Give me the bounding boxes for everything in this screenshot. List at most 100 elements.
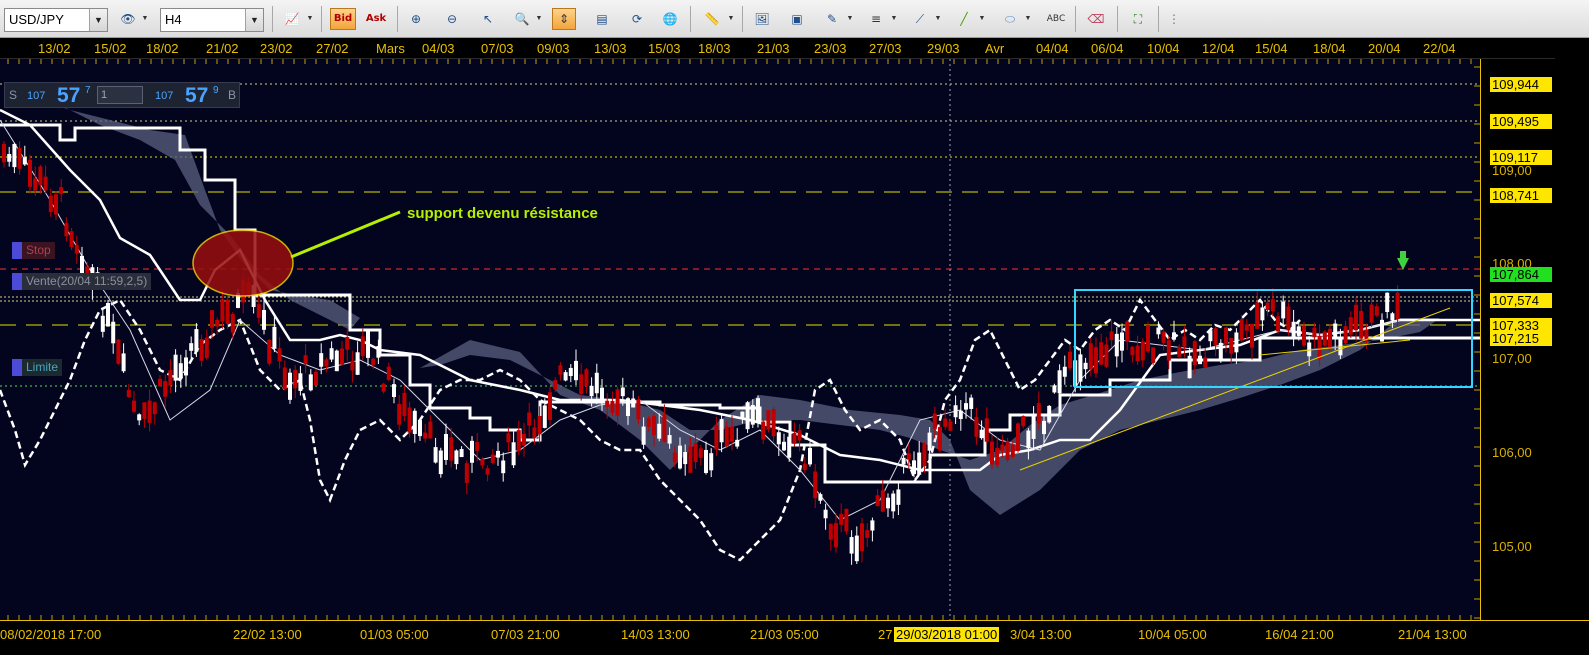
bid-button[interactable]: Bid — [330, 8, 356, 30]
refresh-icon[interactable]: ⟳ — [625, 8, 649, 30]
timeframe-select[interactable]: H4 ▼ — [160, 8, 264, 32]
candle-body — [828, 524, 833, 540]
more-icon[interactable]: ⋮ — [1162, 8, 1186, 30]
network-icon[interactable]: ⛶ — [1126, 8, 1150, 30]
candle-body — [511, 442, 516, 466]
candle-body — [1068, 351, 1072, 369]
highlight-ellipse — [192, 229, 294, 297]
candle-body — [428, 421, 433, 439]
vertical-scrollbar[interactable] — [1555, 38, 1589, 655]
window-icon[interactable]: ▣ — [785, 8, 809, 30]
last-price-label[interactable]: 107,864 — [1490, 267, 1552, 282]
limit-label: Limite — [22, 359, 63, 376]
candle-body — [730, 426, 734, 442]
stop-order-tag[interactable]: Stop — [12, 242, 55, 259]
price-level-label[interactable]: 109,495 — [1490, 114, 1552, 129]
candle-body — [568, 367, 573, 377]
chevron-down-icon[interactable]: ▼ — [890, 8, 898, 30]
candle-body — [704, 449, 708, 473]
cursor-icon[interactable]: ↖ — [476, 8, 500, 30]
candle-body — [100, 315, 105, 332]
price-level-label[interactable]: 107,574 — [1490, 293, 1552, 308]
ruler-icon[interactable]: 📏 — [700, 8, 724, 30]
ask-button[interactable]: Ask — [363, 8, 389, 30]
candle-body — [979, 429, 984, 439]
chevron-down-icon: ▼ — [245, 9, 263, 31]
text-tool-icon[interactable]: ABC — [1044, 8, 1068, 30]
chevron-down-icon[interactable]: ▼ — [978, 8, 986, 30]
eraser-icon[interactable]: ⌫ — [1084, 8, 1108, 30]
price-level-label[interactable]: 109,944 — [1490, 77, 1552, 92]
zoom-in-icon[interactable]: ⊕ — [404, 8, 428, 30]
chart-annotation-text[interactable]: support devenu résistance — [407, 205, 598, 222]
candle-body — [1031, 416, 1036, 439]
chevron-down-icon[interactable]: ▼ — [934, 8, 942, 30]
time-axis-tick-label: 16/04 21:00 — [1265, 627, 1334, 642]
buy-price-pips[interactable]: 57 — [185, 84, 208, 108]
candle-body — [7, 153, 12, 162]
globe-icon[interactable]: 🌐 — [658, 8, 682, 30]
chevron-down-icon[interactable]: ▼ — [727, 8, 735, 30]
sell-position-tag[interactable]: Vente(20/04 11:59,2,5) — [12, 273, 152, 290]
chevron-down-icon[interactable]: ▼ — [846, 8, 854, 30]
price-level-label[interactable]: 109,117 — [1490, 150, 1552, 165]
chevron-down-icon[interactable]: ▼ — [535, 8, 543, 30]
candle-body — [137, 414, 142, 421]
chevron-down-icon[interactable]: ▼ — [141, 8, 149, 30]
fan-icon[interactable]: ⟋ — [908, 8, 932, 30]
candle-body — [220, 299, 225, 322]
buy-price-prefix[interactable]: 107 — [155, 90, 173, 102]
candle-body — [350, 360, 355, 371]
crosshair-eye-icon[interactable]: 👁 — [116, 8, 140, 30]
candle-body — [1198, 355, 1202, 365]
horizontal-lines-icon[interactable]: ≡ — [864, 8, 888, 30]
candle-body — [433, 447, 438, 463]
price-level-label[interactable]: 107,215 — [1490, 331, 1552, 346]
sell-price-prefix[interactable]: 107 — [27, 90, 45, 102]
chevron-down-icon[interactable]: ▼ — [1024, 8, 1032, 30]
symbol-select[interactable]: USD/JPY ▼ — [4, 8, 108, 32]
image-icon[interactable]: 🖼 — [750, 8, 774, 30]
time-axis-tick-label: 18/03 — [698, 41, 731, 56]
candle-body — [324, 359, 329, 367]
candle-body — [594, 372, 599, 394]
candle-body — [282, 367, 287, 390]
candle-body — [761, 421, 766, 440]
chart-type-icon[interactable]: 📈 — [280, 8, 304, 30]
sell-price-pips[interactable]: 57 — [57, 84, 80, 108]
candle-body — [74, 244, 79, 254]
limit-order-tag[interactable]: Limite — [12, 359, 63, 376]
fit-icon[interactable]: ⇕ — [552, 8, 576, 30]
chevron-down-icon[interactable]: ▼ — [306, 8, 314, 30]
candle-body — [1192, 341, 1197, 366]
template-icon[interactable]: ▤ — [590, 8, 614, 30]
candle-body — [818, 494, 823, 501]
price-chart[interactable] — [0, 59, 1480, 620]
candle-body — [849, 537, 854, 554]
candle-body — [870, 520, 875, 531]
ellipse-icon[interactable]: ⬭ — [998, 8, 1022, 30]
price-level-label[interactable]: 108,741 — [1490, 188, 1552, 203]
quantity-input[interactable]: 1 — [97, 86, 143, 104]
zoom-area-icon[interactable]: 🔍 — [510, 8, 534, 30]
candle-body — [745, 402, 750, 430]
candle-body — [657, 423, 662, 439]
candle-body — [1120, 332, 1124, 351]
candle-body — [272, 326, 277, 349]
time-axis-tick-label: 09/03 — [537, 41, 570, 56]
candle-body — [683, 452, 688, 465]
candle-body — [631, 398, 636, 408]
candle-body — [1000, 444, 1005, 451]
tools-icon[interactable]: ✎ — [820, 8, 844, 30]
candle-body — [792, 432, 797, 444]
candle-body — [1203, 357, 1208, 368]
zoom-out-icon[interactable]: ⊖ — [440, 8, 464, 30]
candle-body — [974, 416, 979, 437]
candle-body — [823, 509, 828, 519]
candle-body — [1296, 326, 1301, 336]
trendline-icon[interactable]: ╱ — [952, 8, 976, 30]
chart-canvas[interactable] — [0, 59, 1480, 620]
candle-body — [449, 437, 454, 461]
price-axis-tick-label: 109,00 — [1492, 163, 1532, 178]
candle-body — [880, 490, 885, 512]
